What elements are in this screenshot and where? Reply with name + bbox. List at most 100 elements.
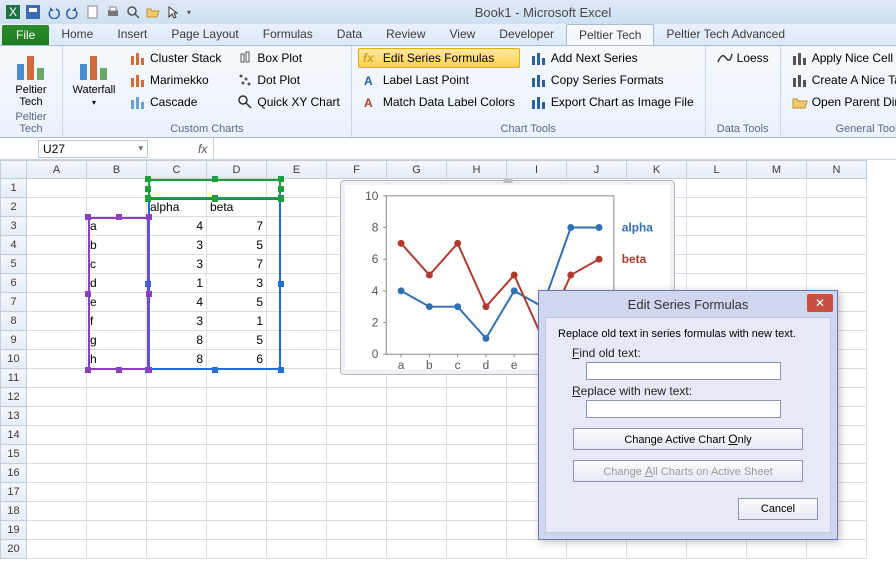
selection-handle[interactable] — [278, 281, 284, 287]
cell[interactable] — [747, 217, 807, 236]
qat-dropdown-icon[interactable]: ▾ — [184, 3, 194, 21]
col-header[interactable]: M — [747, 161, 807, 179]
cell[interactable] — [87, 483, 147, 502]
cell[interactable] — [207, 407, 267, 426]
cell[interactable] — [207, 388, 267, 407]
export-chart-as-image-file-button[interactable]: Export Chart as Image File — [526, 92, 699, 112]
selection-handle[interactable] — [278, 176, 284, 182]
cell[interactable]: 6 — [207, 350, 267, 369]
undo-icon[interactable] — [44, 3, 62, 21]
label-last-point-button[interactable]: ALabel Last Point — [358, 70, 520, 90]
chart-resize-handle[interactable] — [503, 179, 513, 183]
cell[interactable] — [687, 236, 747, 255]
cell[interactable] — [27, 350, 87, 369]
cell[interactable] — [147, 502, 207, 521]
cell[interactable] — [27, 521, 87, 540]
cell[interactable] — [687, 179, 747, 198]
cell[interactable] — [327, 407, 387, 426]
row-header[interactable]: 18 — [1, 502, 27, 521]
selection-handle[interactable] — [85, 214, 91, 220]
row-header[interactable]: 12 — [1, 388, 27, 407]
marimekko-button[interactable]: Marimekko — [125, 70, 226, 90]
selection-handle[interactable] — [146, 291, 152, 297]
cell[interactable] — [507, 540, 567, 559]
cell[interactable] — [267, 217, 327, 236]
cell[interactable] — [27, 540, 87, 559]
cell[interactable] — [267, 407, 327, 426]
cell[interactable] — [87, 179, 147, 198]
cell[interactable] — [567, 540, 627, 559]
cell[interactable] — [27, 255, 87, 274]
cell[interactable] — [147, 521, 207, 540]
cell[interactable] — [447, 464, 507, 483]
tab-formulas[interactable]: Formulas — [251, 24, 325, 45]
cell[interactable] — [447, 483, 507, 502]
cell[interactable] — [147, 464, 207, 483]
name-box-dropdown-icon[interactable]: ▾ — [138, 143, 143, 154]
cancel-button[interactable]: Cancel — [738, 498, 818, 520]
selection-handle[interactable] — [212, 196, 218, 202]
fx-icon[interactable]: fx — [198, 142, 207, 156]
cell[interactable] — [387, 426, 447, 445]
print-icon[interactable] — [104, 3, 122, 21]
cell[interactable] — [747, 198, 807, 217]
cell[interactable] — [147, 369, 207, 388]
cell[interactable] — [747, 255, 807, 274]
cell[interactable]: b — [87, 236, 147, 255]
cell[interactable] — [807, 179, 867, 198]
cell[interactable] — [327, 521, 387, 540]
cell[interactable] — [147, 483, 207, 502]
cell[interactable] — [27, 464, 87, 483]
open-parent-directory-button[interactable]: Open Parent Directory — [787, 92, 896, 112]
cell[interactable] — [267, 293, 327, 312]
cell[interactable] — [27, 293, 87, 312]
redo-icon[interactable] — [64, 3, 82, 21]
cell[interactable] — [807, 255, 867, 274]
cell[interactable] — [87, 426, 147, 445]
cluster-stack-button[interactable]: Cluster Stack — [125, 48, 226, 68]
cell[interactable] — [327, 464, 387, 483]
cell[interactable]: 1 — [147, 274, 207, 293]
row-header[interactable]: 7 — [1, 293, 27, 312]
cell[interactable] — [27, 407, 87, 426]
selection-handle[interactable] — [278, 196, 284, 202]
create-a-nice-table-style-button[interactable]: Create A Nice Table Style — [787, 70, 896, 90]
cell[interactable] — [27, 369, 87, 388]
open-icon[interactable] — [144, 3, 162, 21]
cell[interactable] — [387, 445, 447, 464]
tab-peltier-tech[interactable]: Peltier Tech — [566, 24, 654, 45]
cell[interactable] — [207, 445, 267, 464]
cell[interactable] — [687, 217, 747, 236]
cell[interactable] — [87, 521, 147, 540]
copy-series-formats-button[interactable]: Copy Series Formats — [526, 70, 699, 90]
col-header[interactable]: J — [567, 161, 627, 179]
cell[interactable] — [267, 255, 327, 274]
formula-input[interactable] — [213, 138, 896, 159]
row-header[interactable]: 5 — [1, 255, 27, 274]
cell[interactable] — [387, 521, 447, 540]
cell[interactable] — [27, 236, 87, 255]
cell[interactable]: 7 — [207, 217, 267, 236]
cell[interactable] — [327, 540, 387, 559]
cell[interactable]: 7 — [207, 255, 267, 274]
col-header[interactable]: N — [807, 161, 867, 179]
cell[interactable]: e — [87, 293, 147, 312]
cell[interactable] — [687, 255, 747, 274]
cell[interactable] — [387, 483, 447, 502]
cell[interactable] — [327, 426, 387, 445]
cell[interactable] — [147, 426, 207, 445]
tab-review[interactable]: Review — [374, 24, 437, 45]
cell[interactable] — [27, 388, 87, 407]
row-header[interactable]: 10 — [1, 350, 27, 369]
cell[interactable] — [267, 312, 327, 331]
cell[interactable]: 3 — [147, 312, 207, 331]
cell[interactable] — [267, 521, 327, 540]
cell[interactable] — [327, 502, 387, 521]
cell[interactable] — [147, 179, 207, 198]
tab-developer[interactable]: Developer — [487, 24, 566, 45]
quick-xy-chart-button[interactable]: Quick XY Chart — [232, 92, 344, 112]
cell[interactable]: 4 — [147, 217, 207, 236]
cell[interactable] — [267, 198, 327, 217]
cell[interactable] — [207, 483, 267, 502]
cell[interactable] — [807, 217, 867, 236]
